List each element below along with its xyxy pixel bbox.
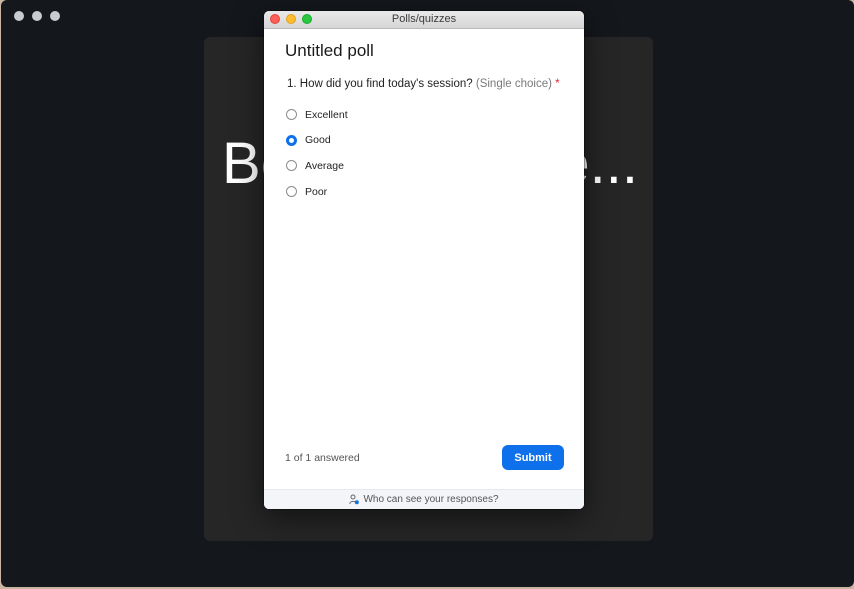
poll-title: Untitled poll	[285, 41, 374, 60]
option-label: Poor	[305, 185, 328, 198]
question-type: (Single choice)	[475, 78, 552, 90]
radio-icon[interactable]	[286, 109, 297, 121]
option-poor[interactable]: Poor	[286, 179, 348, 205]
question-label: 1. How did you find today's session?	[287, 78, 473, 90]
radio-checked-icon[interactable]	[286, 134, 297, 146]
option-label: Average	[305, 159, 344, 172]
option-label: Good	[305, 134, 331, 147]
window-dot-3[interactable]	[50, 11, 60, 21]
window-controls[interactable]	[14, 11, 60, 21]
close-window-button[interactable]	[270, 14, 280, 24]
option-average[interactable]: Average	[286, 153, 348, 179]
person-visibility-icon	[349, 494, 360, 505]
window-dot-1[interactable]	[14, 11, 24, 21]
option-good[interactable]: Good	[286, 128, 348, 154]
option-excellent[interactable]: Excellent	[286, 102, 348, 128]
window-dot-2[interactable]	[32, 11, 42, 21]
radio-icon[interactable]	[286, 186, 297, 198]
who-can-see-link[interactable]: Who can see your responses?	[264, 489, 584, 509]
polls-window: Polls/quizzes Untitled poll 1. How did y…	[264, 11, 584, 509]
answer-options: Excellent Good Average Poor	[286, 102, 348, 204]
traffic-lights	[270, 14, 312, 24]
minimize-window-button[interactable]	[286, 14, 296, 24]
option-label: Excellent	[305, 108, 348, 121]
radio-icon[interactable]	[286, 160, 297, 172]
submit-button[interactable]: Submit	[502, 445, 564, 470]
maximize-window-button[interactable]	[302, 14, 312, 24]
window-title: Polls/quizzes	[391, 13, 457, 25]
answered-status: 1 of 1 answered	[285, 452, 360, 464]
poll-titlebar[interactable]: Polls/quizzes	[264, 11, 584, 29]
footer-link-text[interactable]: Who can see your responses?	[363, 494, 498, 505]
question-text: 1. How did you find today's session? (Si…	[287, 78, 560, 90]
required-marker: *	[555, 78, 560, 90]
